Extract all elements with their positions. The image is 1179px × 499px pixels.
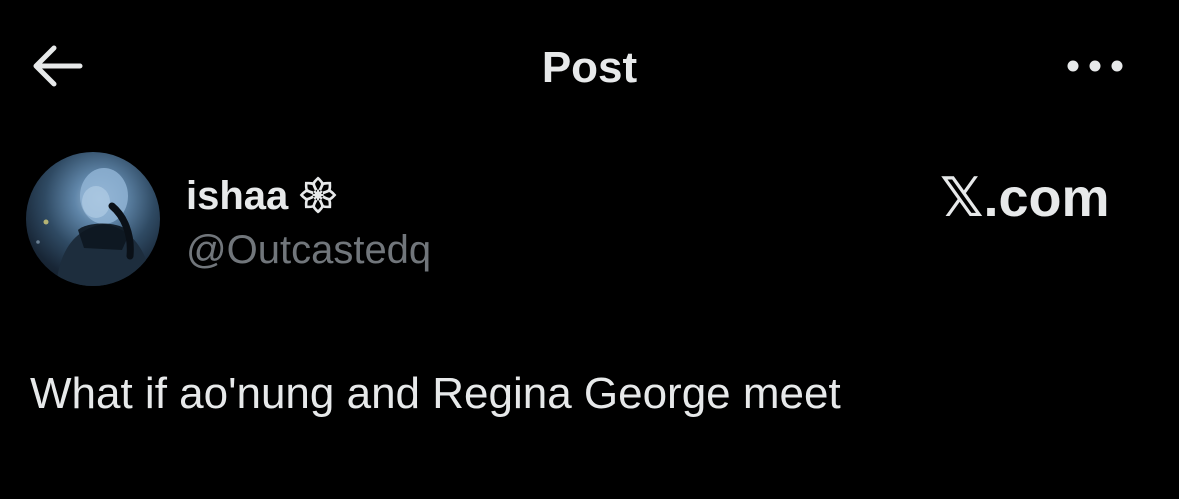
- author-handle[interactable]: @Outcastedq: [186, 226, 431, 274]
- top-navigation-bar: Post: [0, 0, 1179, 130]
- arrow-left-icon: [32, 44, 84, 93]
- avatar[interactable]: [26, 152, 160, 286]
- post-author: ishaa 𑁍 @Outcastedq 𝕏.com: [26, 152, 1156, 292]
- x-com-watermark: 𝕏.com: [940, 168, 1110, 228]
- post-text: What if ao'nung and Regina George meet: [30, 369, 841, 418]
- more-options-button[interactable]: [1062, 38, 1128, 98]
- author-display-name[interactable]: ishaa 𑁍: [186, 172, 337, 220]
- page-title: Post: [541, 43, 638, 92]
- more-horizontal-icon: [1066, 59, 1124, 78]
- back-button[interactable]: [28, 38, 88, 98]
